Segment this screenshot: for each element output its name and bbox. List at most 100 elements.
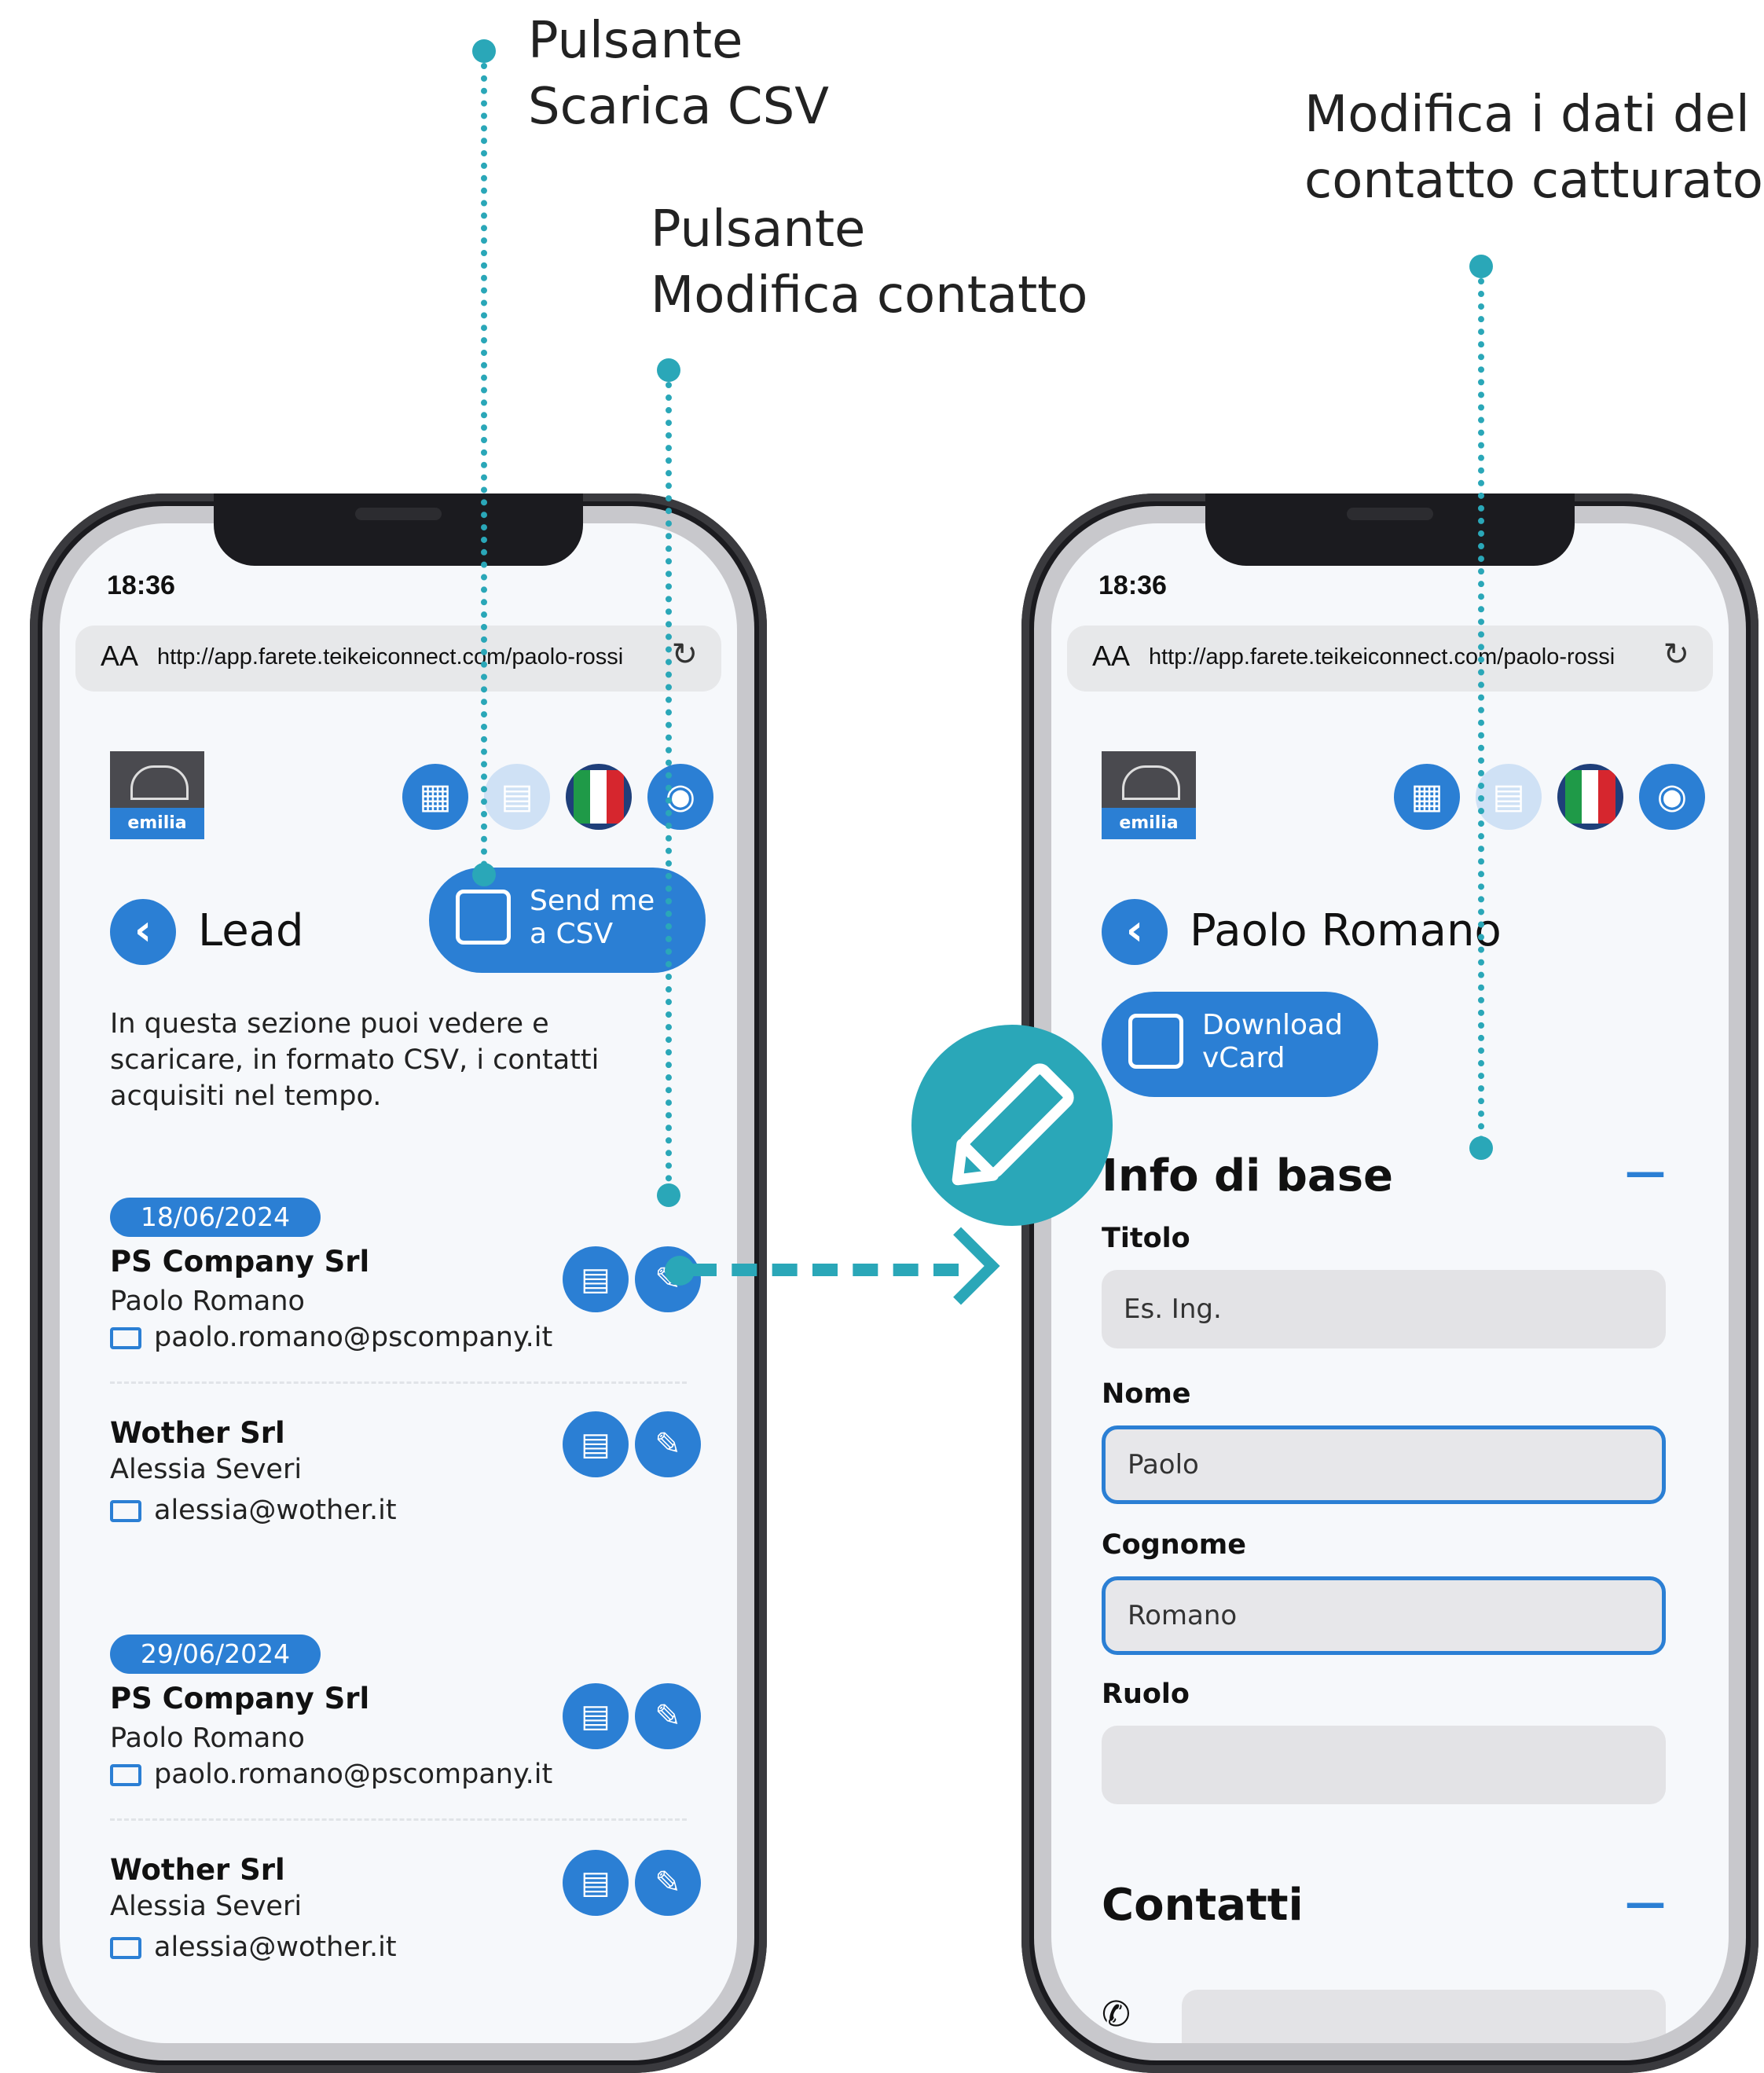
section-title-contacts: Contatti xyxy=(1102,1880,1304,1931)
page-title: Lead xyxy=(198,905,304,956)
divider xyxy=(110,1381,687,1384)
text-size-button[interactable]: AA xyxy=(101,640,138,673)
contact-email-row[interactable]: paolo.romano@pscompany.it xyxy=(110,1759,552,1790)
callout-dot xyxy=(657,358,680,382)
back-button[interactable]: ‹ xyxy=(1102,899,1168,965)
field-label-titolo: Titolo xyxy=(1102,1223,1190,1254)
page-title: Paolo Romano xyxy=(1190,905,1502,956)
field-label-nome: Nome xyxy=(1102,1378,1191,1410)
download-vcard-button[interactable]: Download vCard xyxy=(1102,992,1378,1097)
phone-contact-detail: 18:36 AA http://app.farete.teikeiconnect… xyxy=(1021,493,1758,2073)
reload-icon[interactable]: ↻ xyxy=(1663,637,1689,673)
send-csv-label: Send me a CSV xyxy=(530,885,655,951)
contact-card-icon xyxy=(456,890,511,945)
reload-icon[interactable]: ↻ xyxy=(671,637,698,673)
browser-url-bar[interactable]: AA http://app.farete.teikeiconnect.com/p… xyxy=(1067,626,1713,692)
callout-dot xyxy=(665,1256,695,1286)
phone-input[interactable] xyxy=(1182,1990,1666,2043)
contact-email-row[interactable]: alessia@wother.it xyxy=(110,1495,397,1526)
ruolo-input[interactable] xyxy=(1102,1726,1666,1804)
contact-email[interactable]: paolo.romano@pscompany.it xyxy=(154,1322,552,1353)
mail-icon xyxy=(110,1937,141,1959)
send-csv-button[interactable]: Send me a CSV xyxy=(429,868,706,973)
callout-line xyxy=(1478,278,1484,1143)
browser-url-bar[interactable]: AA http://app.farete.teikeiconnect.com/p… xyxy=(75,626,721,692)
contact-name: Paolo Romano xyxy=(110,1286,305,1317)
phone-notch xyxy=(214,493,583,566)
status-time: 18:36 xyxy=(1098,571,1167,600)
back-button[interactable]: ‹ xyxy=(110,899,176,965)
section-title-basic-info: Info di base xyxy=(1102,1150,1393,1202)
callout-dot xyxy=(1469,1136,1493,1160)
logo-text: emilia xyxy=(1102,808,1196,839)
url-text[interactable]: http://app.farete.teikeiconnect.com/paol… xyxy=(1149,644,1615,670)
button-label-line: vCard xyxy=(1202,1042,1285,1074)
contact-email[interactable]: paolo.romano@pscompany.it xyxy=(154,1759,552,1790)
nome-input[interactable]: Paolo xyxy=(1102,1425,1666,1504)
contact-card-icon[interactable]: ▤ xyxy=(484,764,550,830)
divider xyxy=(110,1818,687,1821)
cognome-input[interactable]: Romano xyxy=(1102,1576,1666,1655)
contact-email-row[interactable]: paolo.romano@pscompany.it xyxy=(110,1322,552,1353)
contact-company: PS Company Srl xyxy=(110,1245,370,1279)
arrow-line xyxy=(691,1264,959,1276)
date-badge: 18/06/2024 xyxy=(110,1198,321,1237)
annotation-line: Pulsante xyxy=(528,12,743,70)
eye-icon[interactable]: ◉ xyxy=(1639,764,1705,830)
text-size-button[interactable]: AA xyxy=(1092,640,1130,673)
collapse-contacts[interactable]: — xyxy=(1625,1880,1666,1927)
contact-company: Wother Srl xyxy=(110,1416,285,1450)
eye-icon[interactable]: ◉ xyxy=(647,764,713,830)
qr-code-icon[interactable]: ▦ xyxy=(402,764,468,830)
vcard-button[interactable]: ▤ xyxy=(563,1850,629,1916)
vcard-button[interactable]: ▤ xyxy=(563,1683,629,1749)
logo-emblem xyxy=(130,765,189,800)
mail-icon xyxy=(110,1500,141,1522)
annotation-line: Pulsante xyxy=(651,200,866,259)
arrow-head-icon xyxy=(922,1227,1000,1305)
contact-email[interactable]: alessia@wother.it xyxy=(154,1932,397,1963)
contact-email[interactable]: alessia@wother.it xyxy=(154,1495,397,1526)
section-description: In questa sezione puoi vedere e scaricar… xyxy=(110,1008,600,1112)
edit-contact-button[interactable]: ✎ xyxy=(635,1683,701,1749)
callout-line xyxy=(481,63,487,880)
contact-company: PS Company Srl xyxy=(110,1682,370,1715)
phone-notch xyxy=(1205,493,1575,566)
contact-email-row[interactable]: alessia@wother.it xyxy=(110,1932,397,1963)
logo-text: emilia xyxy=(110,808,204,839)
phone-icon: ✆ xyxy=(1102,1994,1131,2034)
italian-flag-icon[interactable] xyxy=(566,764,632,830)
contact-name: Alessia Severi xyxy=(110,1891,303,1922)
contact-card-icon xyxy=(1128,1014,1183,1069)
edit-contact-button[interactable]: ✎ xyxy=(635,1411,701,1477)
qr-code-icon[interactable]: ▦ xyxy=(1394,764,1460,830)
button-label-line: Send me xyxy=(530,885,655,917)
italian-flag-icon[interactable] xyxy=(1557,764,1623,830)
contact-company: Wother Srl xyxy=(110,1853,285,1887)
callout-dot xyxy=(657,1183,680,1207)
annotation-line: Modifica i dati del xyxy=(1304,86,1750,144)
phone-screen: 18:36 AA http://app.farete.teikeiconnect… xyxy=(1051,523,1729,2043)
titolo-input[interactable]: Es. Ing. xyxy=(1102,1270,1666,1348)
contact-card-icon[interactable]: ▤ xyxy=(1476,764,1542,830)
logo-emblem xyxy=(1122,765,1180,800)
collapse-basic-info[interactable]: — xyxy=(1625,1149,1666,1196)
vcard-button[interactable]: ▤ xyxy=(563,1246,629,1312)
date-badge: 29/06/2024 xyxy=(110,1635,321,1674)
callout-line xyxy=(666,382,672,1194)
annotation-edit-data: Modifica i dati del contatto catturato xyxy=(1304,82,1763,214)
status-time: 18:36 xyxy=(107,571,175,600)
phone-screen: 18:36 AA http://app.farete.teikeiconnect… xyxy=(60,523,737,2043)
annotation-line: Modifica contatto xyxy=(651,266,1088,325)
button-label-line: a CSV xyxy=(530,918,614,950)
emilia-logo: emilia xyxy=(1102,751,1196,839)
download-vcard-label: Download vCard xyxy=(1202,1009,1343,1075)
phone-lead: 18:36 AA http://app.farete.teikeiconnect… xyxy=(30,493,767,2073)
vcard-button[interactable]: ▤ xyxy=(563,1411,629,1477)
url-text[interactable]: http://app.farete.teikeiconnect.com/paol… xyxy=(157,644,623,670)
annotation-csv-button: Pulsante Scarica CSV xyxy=(528,8,829,140)
annotation-line: Scarica CSV xyxy=(528,78,829,136)
edit-contact-button[interactable]: ✎ xyxy=(635,1850,701,1916)
pencil-icon xyxy=(911,1025,1113,1226)
contact-name: Alessia Severi xyxy=(110,1454,303,1485)
